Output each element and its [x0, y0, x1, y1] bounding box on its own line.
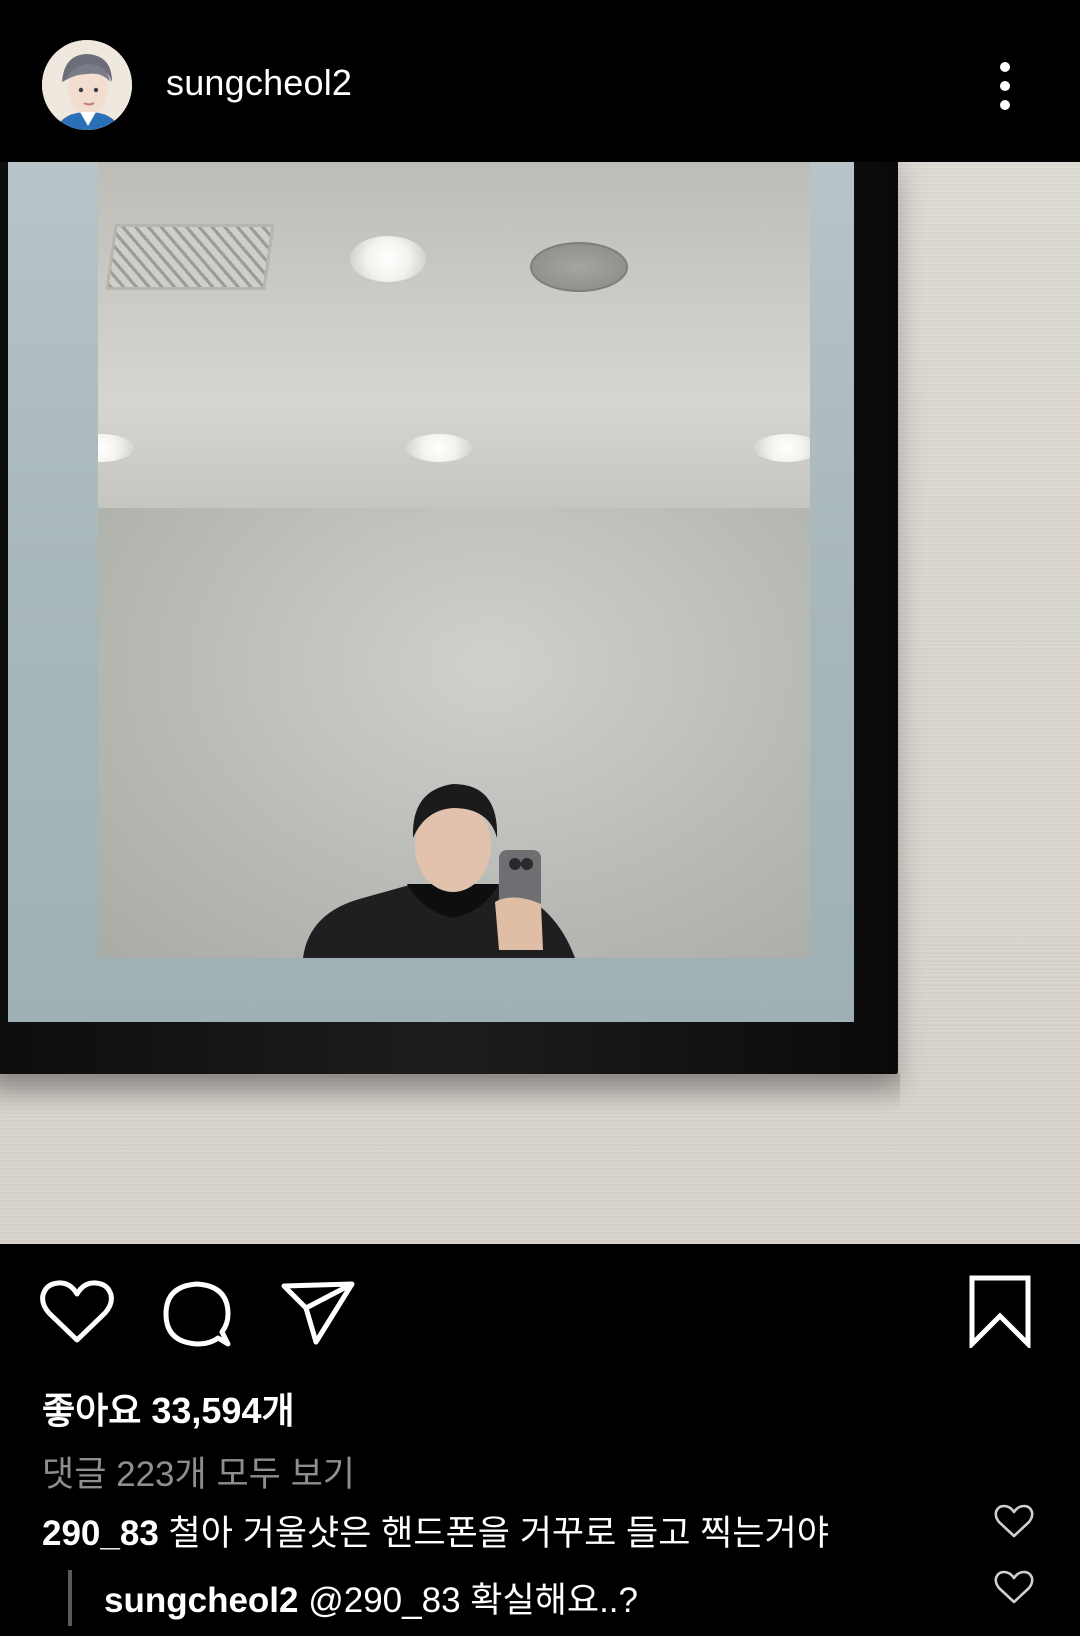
mirror-shadow — [0, 1074, 900, 1110]
avatar-illustration — [42, 40, 132, 130]
comment-username[interactable]: 290_83 — [42, 1514, 159, 1553]
reply-like-button[interactable] — [994, 1570, 1034, 1606]
more-vertical-icon — [1000, 62, 1010, 72]
save-button[interactable] — [968, 1274, 1032, 1351]
avatar[interactable] — [42, 40, 132, 130]
comment-text: 철아 거울샷은 핸드폰을 거꾸로 들고 찍는거야 — [168, 1514, 829, 1553]
more-vertical-icon-dot — [1000, 81, 1010, 91]
comment-bubble-icon — [163, 1281, 231, 1347]
mirror-frosted-border — [8, 162, 854, 1022]
header-username[interactable]: sungcheol2 — [166, 62, 352, 104]
ceiling-speaker — [530, 242, 628, 292]
ceiling-light — [406, 434, 472, 462]
mirror-reflection — [98, 162, 810, 958]
post-photo[interactable] — [0, 162, 1080, 1244]
ceiling-light — [350, 236, 426, 282]
reply-thread-line — [68, 1570, 72, 1626]
comment-button[interactable] — [162, 1280, 232, 1348]
comment-like-button[interactable] — [994, 1504, 1034, 1540]
ceiling-vent — [105, 224, 275, 290]
post-action-bar — [0, 1244, 1080, 1364]
more-options-button[interactable] — [990, 58, 1020, 114]
paper-plane-icon — [281, 1281, 355, 1345]
heart-icon — [994, 1570, 1034, 1604]
person-silhouette — [303, 784, 575, 958]
like-button[interactable] — [40, 1280, 114, 1346]
comment-item: 290_83 철아 거울샷은 핸드폰을 거꾸로 들고 찍는거야 — [42, 1505, 962, 1556]
likes-count[interactable]: 좋아요 33,594개 — [42, 1382, 295, 1434]
heart-icon — [40, 1280, 114, 1343]
heart-icon — [994, 1504, 1034, 1538]
bookmark-icon — [969, 1275, 1031, 1351]
post-header: sungcheol2 — [0, 0, 1080, 162]
reply-username[interactable]: sungcheol2 — [104, 1581, 298, 1620]
more-vertical-icon-dot — [1000, 100, 1010, 110]
view-all-comments-link[interactable]: 댓글 223개 모두 보기 — [42, 1446, 355, 1497]
share-button[interactable] — [280, 1280, 356, 1346]
reply-item: sungcheol2 @290_83 확실해요..? — [104, 1572, 1024, 1623]
mirror-frame — [0, 162, 898, 1074]
reply-text: @290_83 확실해요..? — [308, 1581, 638, 1620]
